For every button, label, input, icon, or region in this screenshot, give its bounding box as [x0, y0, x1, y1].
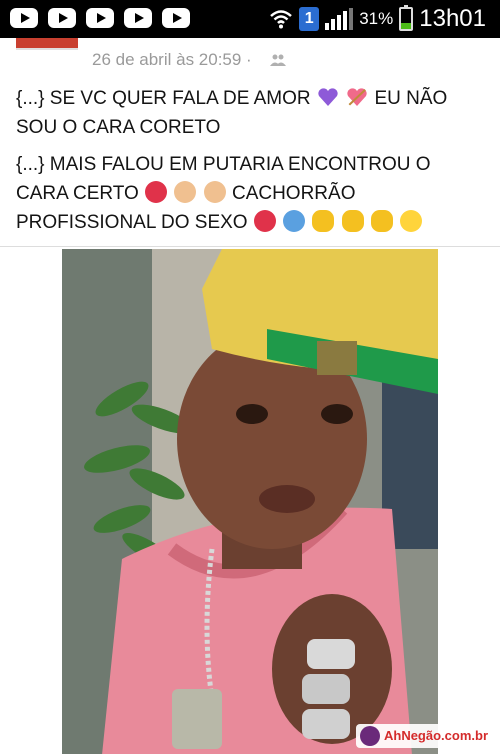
- heart-arrow-icon: [347, 88, 367, 107]
- system-status: 1 31% 13h01: [269, 4, 486, 34]
- post-photo-container: AhNegão.com.br: [0, 246, 500, 754]
- clapping-hands-icon: [341, 210, 364, 232]
- friends-icon[interactable]: [270, 52, 286, 68]
- post-text-segment: {...} SE VC QUER FALA DE AMOR: [16, 88, 311, 109]
- watermark-logo-icon: [359, 726, 380, 746]
- devil-face-icon: [145, 181, 168, 203]
- youtube-icon: [86, 8, 114, 28]
- battery-percent: 31%: [359, 9, 394, 28]
- devil-face-icon: [253, 210, 276, 232]
- signal-icon: [325, 8, 354, 30]
- post-timestamp[interactable]: 26 de abril às 20:59 ·: [92, 50, 252, 70]
- post-header: 26 de abril às 20:59 ·: [0, 38, 500, 78]
- photo-illustration: [62, 249, 438, 754]
- avatar[interactable]: [16, 38, 78, 50]
- battery-icon: [399, 5, 414, 31]
- status-bar: 1 31% 13h01: [0, 0, 500, 38]
- site-watermark: AhNegão.com.br: [355, 724, 496, 748]
- battery-fill: [401, 22, 412, 29]
- post-paragraph-1: {...} SE VC QUER FALA DE AMOR EU NÃO SOU…: [16, 84, 486, 142]
- person-icon: [203, 181, 226, 203]
- post-body: {...} SE VC QUER FALA DE AMOR EU NÃO SOU…: [16, 84, 486, 245]
- youtube-icon: [162, 8, 190, 28]
- post-photo[interactable]: [62, 249, 438, 754]
- clapping-hands-icon: [370, 210, 393, 232]
- wifi-icon: [270, 10, 293, 29]
- notification-badge: 1: [299, 7, 320, 31]
- youtube-icon: [48, 8, 76, 28]
- screaming-face-icon: [283, 210, 306, 232]
- notification-icons: [10, 8, 190, 28]
- winking-face-icon: [400, 210, 423, 232]
- post-paragraph-2: {...} MAIS FALOU EM PUTARIA ENCONTROU O …: [16, 150, 486, 237]
- purple-heart-icon: [318, 88, 338, 106]
- youtube-icon: [10, 8, 38, 28]
- clock: 13h01: [419, 5, 486, 32]
- clapping-hands-icon: [312, 210, 335, 232]
- watermark-text: AhNegão.com.br: [383, 728, 488, 743]
- person-icon: [174, 181, 197, 203]
- youtube-icon: [124, 8, 152, 28]
